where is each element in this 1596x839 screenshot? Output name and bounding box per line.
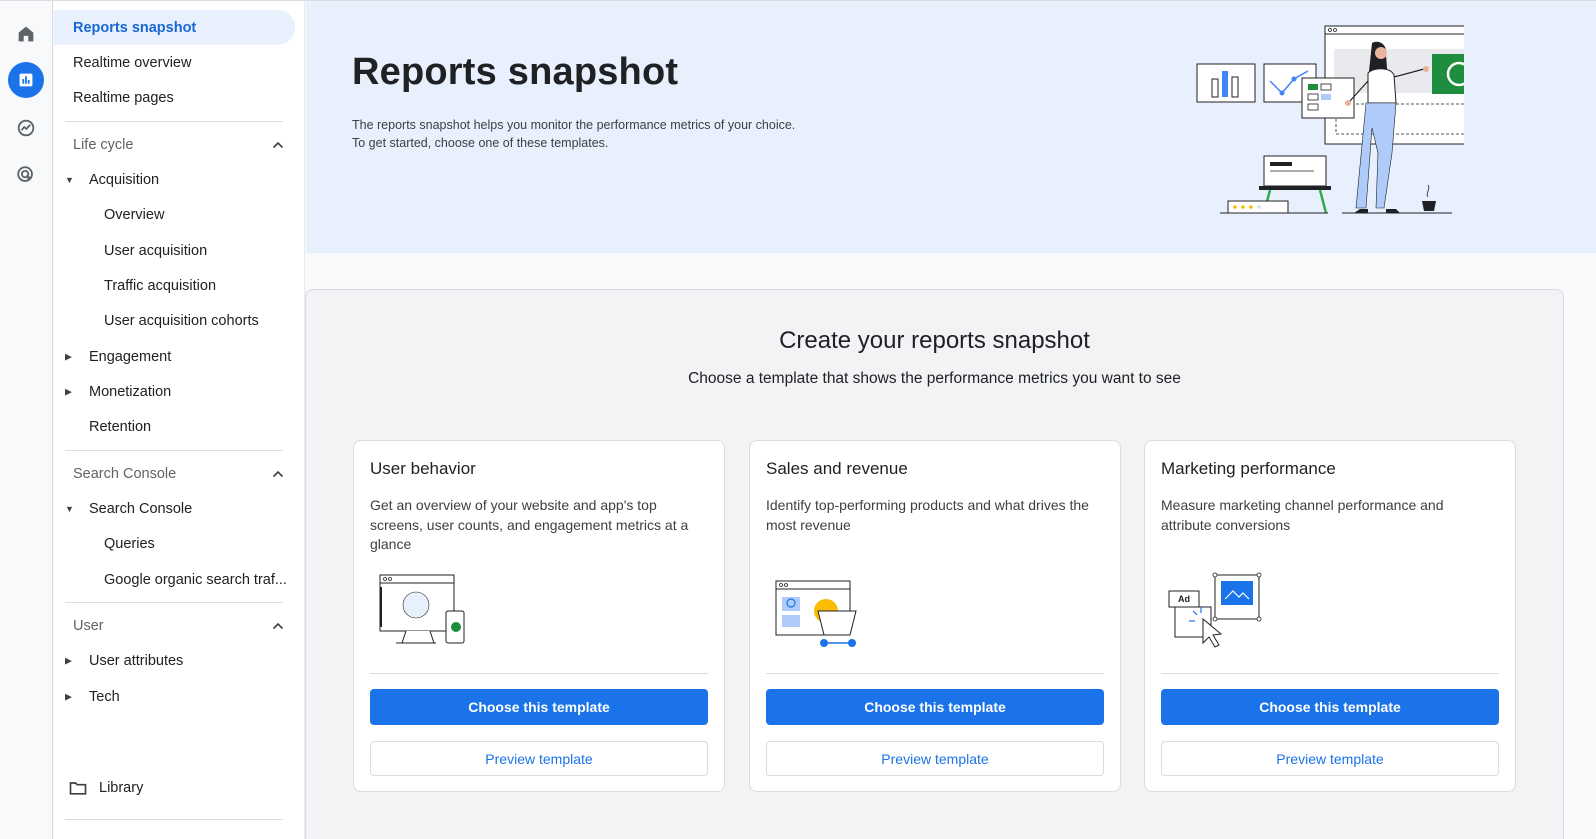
card-description: Identify top-performing products and wha… (766, 497, 1089, 533)
section-title: Search Console (73, 465, 177, 482)
section-title: User (73, 617, 104, 634)
left-rail (0, 1, 53, 839)
sidebar: Reports snapshot Realtime overview Realt… (54, 1, 305, 839)
caret-down-icon: ▼ (65, 174, 74, 185)
nav-acquisition-overview[interactable]: Overview (54, 197, 295, 232)
nav-label: Tech (89, 688, 120, 705)
app-root: Reports snapshot Realtime overview Realt… (0, 0, 1596, 839)
nav-realtime-overview[interactable]: Realtime overview (54, 45, 295, 80)
nav-label: Overview (104, 206, 165, 223)
nav-traffic-acquisition[interactable]: Traffic acquisition (54, 268, 295, 303)
divider (65, 121, 283, 122)
reports-illustration (1196, 25, 1464, 214)
page-description: The reports snapshot helps you monitor t… (352, 116, 795, 152)
divider (65, 602, 283, 603)
templates-panel: Create your reports snapshot Choose a te… (305, 289, 1564, 839)
section-life-cycle[interactable]: Life cycle (54, 127, 295, 162)
template-card-marketing-performance: Marketing performance Measure marketing … (1144, 440, 1516, 792)
nav-label: User attributes (89, 652, 184, 669)
nav-label: Queries (104, 535, 155, 552)
reports-icon[interactable] (8, 62, 44, 98)
nav-label: Realtime overview (73, 54, 192, 71)
card-description: Get an overview of your website and app'… (370, 497, 689, 552)
template-card-user-behavior: User behavior Get an overview of your we… (353, 440, 725, 792)
nav-label: Retention (89, 418, 152, 435)
caret-down-icon: ▼ (65, 503, 74, 514)
description-line: The reports snapshot helps you monitor t… (352, 118, 796, 132)
nav-label: Search Console (89, 500, 193, 517)
nav-user-acquisition[interactable]: User acquisition (54, 233, 295, 268)
nav-label: Monetization (89, 383, 172, 400)
card-divider (766, 673, 1104, 674)
folder-icon (69, 782, 87, 795)
card-title: User behavior (370, 459, 476, 478)
section-user[interactable]: User (54, 608, 295, 643)
section-search-console[interactable]: Search Console (54, 456, 295, 491)
nav-label: Realtime pages (73, 89, 174, 106)
nav-engagement[interactable]: ▶ Engagement (54, 339, 295, 374)
choose-template-button[interactable]: Choose this template (1161, 689, 1499, 725)
card-divider (1161, 673, 1499, 674)
nav-monetization[interactable]: ▶ Monetization (54, 374, 295, 409)
choose-template-button[interactable]: Choose this template (370, 689, 708, 725)
user-behavior-illustration (379, 574, 465, 644)
preview-template-button[interactable]: Preview template (766, 741, 1104, 776)
ad-label: Ad (1178, 594, 1190, 604)
page-title: Reports snapshot (352, 51, 679, 93)
nav-label: Engagement (89, 348, 172, 365)
card-title: Marketing performance (1161, 459, 1336, 478)
nav-tech[interactable]: ▶ Tech (54, 679, 295, 714)
nav-user-attributes[interactable]: ▶ User attributes (54, 643, 295, 678)
nav-search-console[interactable]: ▼ Search Console (54, 491, 295, 526)
nav-label: User acquisition (104, 242, 208, 259)
nav-label: Library (99, 780, 144, 796)
nav-user-acquisition-cohorts[interactable]: User acquisition cohorts (54, 303, 295, 338)
advertising-icon[interactable] (8, 157, 44, 193)
caret-right-icon: ▶ (65, 655, 72, 665)
card-title: Sales and revenue (766, 459, 908, 478)
chevron-up-icon (272, 141, 284, 148)
header-banner: Reports snapshot The reports snapshot he… (306, 1, 1596, 253)
choose-template-button[interactable]: Choose this template (766, 689, 1104, 725)
home-icon[interactable] (8, 16, 44, 52)
nav-reports-snapshot[interactable]: Reports snapshot (54, 10, 295, 45)
panel-title: Create your reports snapshot (779, 327, 1090, 354)
nav-queries[interactable]: Queries (54, 526, 295, 561)
nav-label: Acquisition (89, 171, 160, 188)
template-card-sales-revenue: Sales and revenue Identify top-performin… (749, 440, 1121, 792)
sales-revenue-illustration (775, 580, 857, 647)
nav-realtime-pages[interactable]: Realtime pages (54, 80, 295, 115)
caret-right-icon: ▶ (65, 691, 72, 701)
explore-icon[interactable] (8, 110, 44, 146)
nav-library[interactable]: Library (68, 773, 143, 803)
preview-template-button[interactable]: Preview template (1161, 741, 1499, 776)
nav-label: Google organic search traf... (104, 571, 287, 588)
nav-google-organic-search-traffic[interactable]: Google organic search traf... (54, 562, 295, 597)
divider (65, 450, 283, 451)
nav-retention[interactable]: Retention (54, 409, 295, 444)
nav-label: Reports snapshot (73, 19, 197, 36)
description-line: To get started, choose one of these temp… (352, 136, 609, 150)
section-title: Life cycle (73, 136, 134, 153)
chevron-up-icon (272, 622, 284, 629)
marketing-performance-illustration: Ad (1168, 572, 1262, 648)
divider (65, 819, 283, 820)
caret-right-icon: ▶ (65, 351, 72, 361)
nav-label: Traffic acquisition (104, 277, 217, 294)
caret-right-icon: ▶ (65, 386, 72, 396)
nav-acquisition[interactable]: ▼ Acquisition (54, 162, 295, 197)
chevron-up-icon (272, 470, 284, 477)
card-divider (370, 673, 708, 674)
nav-label: User acquisition cohorts (104, 312, 259, 329)
panel-subtitle: Choose a template that shows the perform… (688, 370, 1181, 387)
card-description: Measure marketing channel performance an… (1161, 497, 1444, 533)
preview-template-button[interactable]: Preview template (370, 741, 708, 776)
